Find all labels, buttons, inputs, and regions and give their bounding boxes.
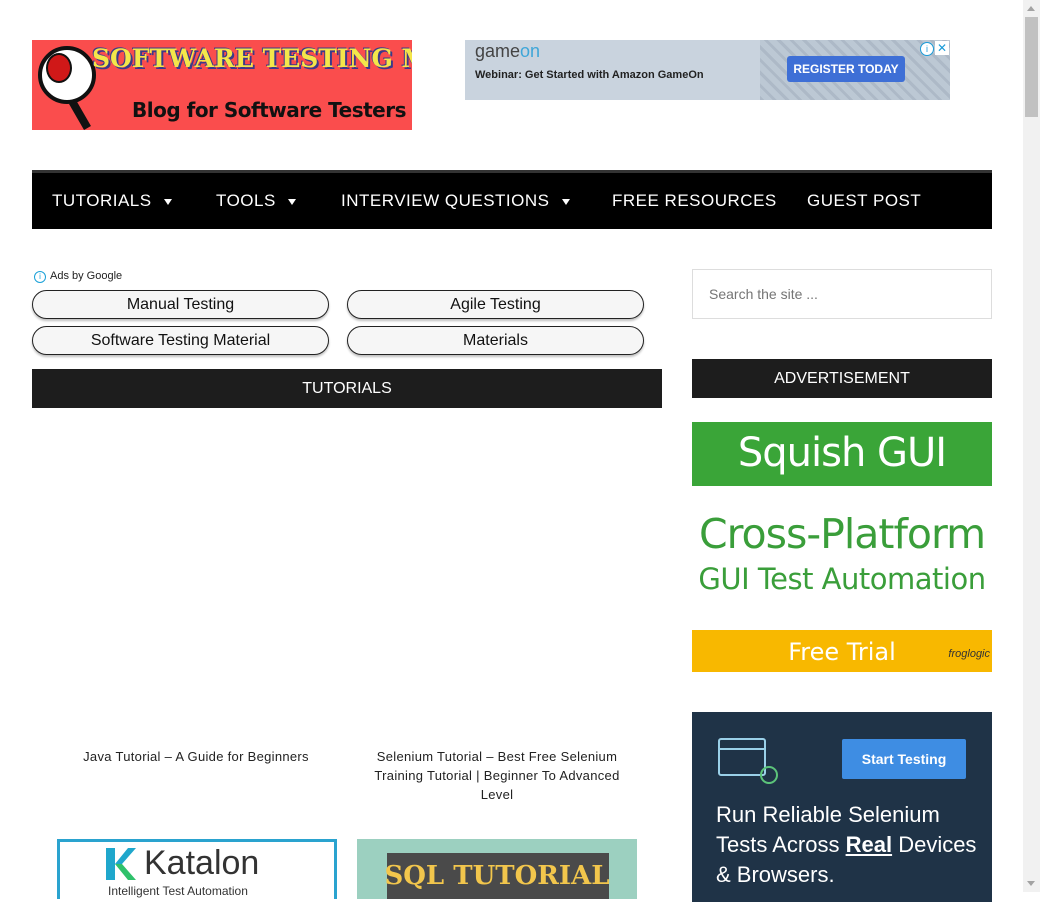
caret-down-icon xyxy=(287,198,296,205)
selenium-testing-ad[interactable]: Start Testing Run Reliable Selenium Test… xyxy=(692,712,992,902)
ad-link-manual-testing[interactable]: Manual Testing xyxy=(32,290,329,319)
nav-item-tutorials[interactable]: TUTORIALS xyxy=(52,173,172,229)
ad-link-materials[interactable]: Materials xyxy=(347,326,644,355)
katalon-tagline: Intelligent Test Automation xyxy=(108,884,248,898)
sql-tutorial-text: SQL TUTORIAL xyxy=(384,861,610,891)
close-icon[interactable]: ✕ xyxy=(935,41,949,55)
free-trial-button[interactable]: Free Trial xyxy=(692,630,992,672)
site-logo[interactable]: SOFTWARE TESTING MATERIAL Blog for Softw… xyxy=(32,40,412,130)
squish-ad[interactable]: Squish GUI Tester Cross-Platform GUI Tes… xyxy=(692,422,992,672)
post-title-java-tutorial[interactable]: Java Tutorial – A Guide for Beginners xyxy=(71,747,321,766)
info-icon[interactable]: i xyxy=(920,42,934,56)
katalon-logo-icon xyxy=(106,848,136,880)
scroll-down-arrow-icon[interactable] xyxy=(1027,881,1035,886)
post-title-selenium-tutorial[interactable]: Selenium Tutorial – Best Free Selenium T… xyxy=(372,747,622,804)
nav-item-free-resources[interactable]: FREE RESOURCES xyxy=(612,173,777,229)
adchoices-icon: i xyxy=(34,271,46,283)
ad-link-software-testing-material[interactable]: Software Testing Material xyxy=(32,326,329,355)
register-today-button[interactable]: REGISTER TODAY xyxy=(787,56,905,82)
ad-link-agile-testing[interactable]: Agile Testing xyxy=(347,290,644,319)
squish-ad-line2: GUI Test Automation xyxy=(698,562,986,596)
katalon-thumbnail[interactable]: Katalon Intelligent Test Automation xyxy=(57,839,337,899)
main-navigation: TUTORIALS TOOLS INTERVIEW QUESTIONS FREE… xyxy=(32,170,992,229)
squish-ad-title: Squish GUI Tester xyxy=(692,422,992,538)
selenium-ad-headline: Run Reliable Selenium Tests Across Real … xyxy=(716,802,977,887)
nav-item-tools[interactable]: TOOLS xyxy=(216,173,296,229)
section-title-tutorials: TUTORIALS xyxy=(32,369,662,408)
froglogic-logo: froglogic xyxy=(948,648,990,660)
top-banner-ad[interactable]: gameon Webinar: Get Started with Amazon … xyxy=(465,40,950,100)
scrollbar-thumb[interactable] xyxy=(1025,17,1038,117)
search-input[interactable] xyxy=(692,269,992,319)
ads-by-google-label[interactable]: i Ads by Google xyxy=(34,270,122,283)
ad-headline: Webinar: Get Started with Amazon GameOn xyxy=(475,69,704,81)
start-testing-button[interactable]: Start Testing xyxy=(842,739,966,779)
ladybug-icon xyxy=(46,53,72,83)
ad-brand: gameon xyxy=(475,41,541,61)
browser-window-icon xyxy=(718,738,766,776)
advertisement-heading: ADVERTISEMENT xyxy=(692,359,992,398)
page-scrollbar[interactable] xyxy=(1023,0,1040,892)
scroll-up-arrow-icon[interactable] xyxy=(1027,6,1035,11)
gear-icon xyxy=(760,766,778,784)
logo-tagline: Blog for Software Testers xyxy=(132,98,407,122)
squish-ad-line1: Cross-Platform xyxy=(698,510,986,558)
sql-tutorial-thumbnail[interactable]: SQL TUTORIAL xyxy=(357,839,637,899)
nav-item-guest-post[interactable]: GUEST POST xyxy=(807,173,921,229)
caret-down-icon xyxy=(561,198,570,205)
katalon-brand: Katalon xyxy=(144,844,260,882)
caret-down-icon xyxy=(163,198,172,205)
logo-title: SOFTWARE TESTING MATERIAL xyxy=(92,44,412,73)
nav-item-interview-questions[interactable]: INTERVIEW QUESTIONS xyxy=(341,173,570,229)
